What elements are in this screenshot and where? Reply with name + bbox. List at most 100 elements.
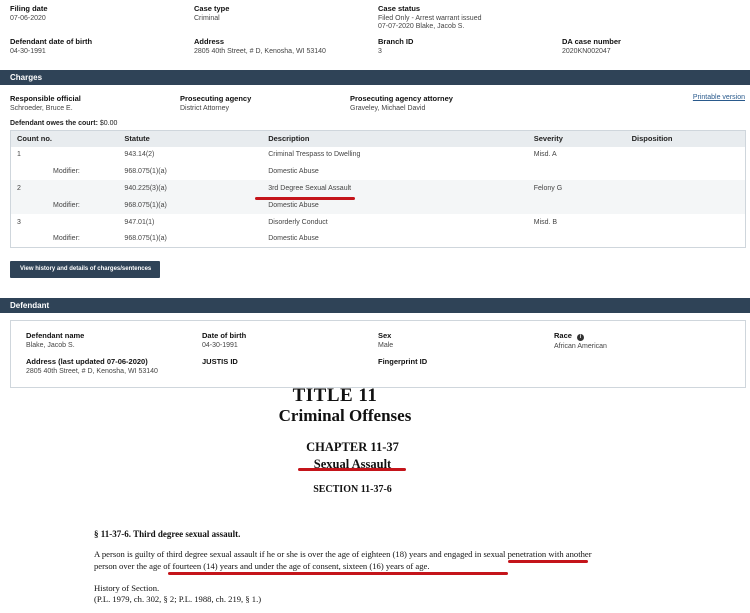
row-severity: Felony G <box>527 180 626 197</box>
highlight-underline-chapter <box>298 468 406 471</box>
dob-value: 04-30-1991 <box>10 48 46 55</box>
doc-section: SECTION 11-37-6 <box>313 484 392 495</box>
view-history-button[interactable]: View history and details of charges/sent… <box>10 261 160 278</box>
row-severity: Misd. B <box>533 218 558 226</box>
dob-field: Defendant date of birth 04-30-1991 <box>10 37 92 56</box>
defendant-panel: Defendant name Blake, Jacob S. Date of b… <box>10 320 746 388</box>
row-disposition <box>626 230 746 247</box>
highlight-underline-age <box>168 572 508 575</box>
prosecuting-attorney-value: Graveley, Michael David <box>350 105 426 112</box>
prosecuting-agency-label: Prosecuting agency <box>180 94 252 103</box>
defendant-race-label-row: Race i <box>554 331 607 341</box>
prosecuting-agency-value: District Attorney <box>180 105 230 112</box>
da-case-field: DA case number 2020KN002047 <box>562 37 621 56</box>
col-description: Description <box>262 130 528 147</box>
address-label: Address <box>194 37 225 46</box>
defendant-name-field: Defendant name Blake, Jacob S. <box>26 331 84 350</box>
doc-section-heading: § 11-37-6. Third degree sexual assault. <box>94 529 241 539</box>
dob-label: Defendant date of birth <box>10 37 93 46</box>
table-row: Modifier: 968.075(1)(a) Domestic Abuse <box>11 163 746 180</box>
defendant-name-label: Defendant name <box>26 331 85 340</box>
row-severity <box>528 163 626 180</box>
row-statute: 968.075(1)(a) <box>124 168 167 176</box>
row-disposition <box>626 214 746 231</box>
defendant-race-field: Race i African American <box>554 331 607 351</box>
case-status-value: Filed Only - Arrest warrant issued 07-07… <box>378 15 481 31</box>
charges-table-header: Count no. Statute Description Severity D… <box>10 130 746 147</box>
filing-date-value: 07-06-2020 <box>10 15 46 22</box>
table-row: Modifier: 968.075(1)(a) Domestic Abuse <box>11 230 746 247</box>
case-type-value: Criminal <box>194 15 220 22</box>
defendant-address-label: Address (last updated 07-06-2020) <box>26 357 148 366</box>
table-row: 2 940.225(3)(a) 3rd Degree Sexual Assaul… <box>10 180 746 197</box>
row-disposition <box>625 180 746 197</box>
prosecuting-attorney-label: Prosecuting agency attorney <box>350 94 453 103</box>
row-statute: 947.01(1) <box>124 218 155 226</box>
branch-field: Branch ID 3 <box>378 37 413 56</box>
doc-chapter: CHAPTER 11-37 <box>306 440 399 454</box>
row-disposition <box>625 196 746 214</box>
table-row: 1 943.14(2) Criminal Trespass to Dwellin… <box>11 147 746 164</box>
row-statute: 940.225(3)(a) <box>118 180 263 197</box>
col-count: Count no. <box>10 130 119 147</box>
doc-subtitle: Criminal Offenses <box>278 406 412 425</box>
row-count: 1 <box>17 151 21 159</box>
defendant-sex-field: Sex Male <box>378 331 393 350</box>
row-description: Criminal Trespass to Dwelling <box>268 151 361 159</box>
col-severity: Severity <box>527 130 626 147</box>
row-description: Domestic Abuse <box>268 235 319 243</box>
fingerprint-id-label: Fingerprint ID <box>378 357 428 366</box>
row-count: 2 <box>10 180 119 197</box>
charges-section-header: Charges <box>0 70 750 85</box>
row-modifier-label: Modifier: <box>53 235 80 243</box>
row-statute: 968.075(1)(a) <box>124 235 167 243</box>
fingerprint-id-field: Fingerprint ID <box>378 357 427 366</box>
defendant-address-field: Address (last updated 07-06-2020) 2805 4… <box>26 357 158 376</box>
row-description: 3rd Degree Sexual Assault <box>262 180 528 197</box>
court-balance-label: Defendant owes the court: <box>10 120 98 127</box>
highlight-underline-penetration <box>508 560 588 563</box>
defendant-dob-value: 04-30-1991 <box>202 342 238 349</box>
highlight-underline-charge <box>255 197 355 200</box>
defendant-sex-label: Sex <box>378 331 392 340</box>
row-count: 3 <box>17 218 21 226</box>
case-status-line2: 07-07-2020 Blake, Jacob S. <box>378 23 465 30</box>
prosecuting-attorney-field: Prosecuting agency attorney Graveley, Mi… <box>350 94 453 113</box>
court-balance: Defendant owes the court: $0.00 <box>10 120 117 127</box>
row-statute: 968.075(1)(a) <box>118 196 263 214</box>
row-disposition <box>626 147 746 164</box>
table-row: Modifier: 968.075(1)(a) Domestic Abuse <box>10 196 746 214</box>
case-type-field: Case type Criminal <box>194 4 229 23</box>
table-row: 3 947.01(1) Disorderly Conduct Misd. B <box>11 214 746 231</box>
row-severity <box>527 196 626 214</box>
row-modifier-label: Modifier: <box>10 196 119 214</box>
col-statute: Statute <box>118 130 263 147</box>
defendant-dob-field: Date of birth 04-30-1991 <box>202 331 246 350</box>
row-description: Domestic Abuse <box>268 168 319 176</box>
case-summary: Filing date 07-06-2020 Case type Crimina… <box>0 0 750 68</box>
defendant-section-header: Defendant <box>0 298 750 313</box>
branch-label: Branch ID <box>378 37 414 46</box>
responsible-official-field: Responsible official Schroeder, Bruce E. <box>10 94 81 113</box>
row-severity <box>528 230 626 247</box>
filing-date-label: Filing date <box>10 4 48 13</box>
charges-table: Count no. Statute Description Severity D… <box>10 130 746 248</box>
responsible-official-value: Schroeder, Bruce E. <box>10 105 73 112</box>
printable-version-link[interactable]: Printable version <box>693 94 745 101</box>
defendant-address-value: 2805 40th Street, # D, Kenosha, WI 53140 <box>26 368 158 375</box>
address-value: 2805 40th Street, # D, Kenosha, WI 53140 <box>194 48 326 55</box>
justis-id-label: JUSTIS ID <box>202 357 238 366</box>
filing-date-field: Filing date 07-06-2020 <box>10 4 48 23</box>
row-severity: Misd. A <box>533 151 557 159</box>
defendant-sex-value: Male <box>378 342 394 349</box>
case-status-line1: Filed Only - Arrest warrant issued <box>378 15 482 22</box>
da-case-value: 2020KN002047 <box>562 48 611 55</box>
row-disposition <box>626 163 746 180</box>
doc-history-label: History of Section. <box>94 583 160 593</box>
case-status-label: Case status <box>378 4 421 13</box>
case-status-field: Case status Filed Only - Arrest warrant … <box>378 4 481 31</box>
doc-history-text: (P.L. 1979, ch. 302, § 2; P.L. 1988, ch.… <box>94 594 262 604</box>
row-description: Disorderly Conduct <box>268 218 328 226</box>
info-icon[interactable]: i <box>577 334 585 341</box>
justis-id-field: JUSTIS ID <box>202 357 238 366</box>
